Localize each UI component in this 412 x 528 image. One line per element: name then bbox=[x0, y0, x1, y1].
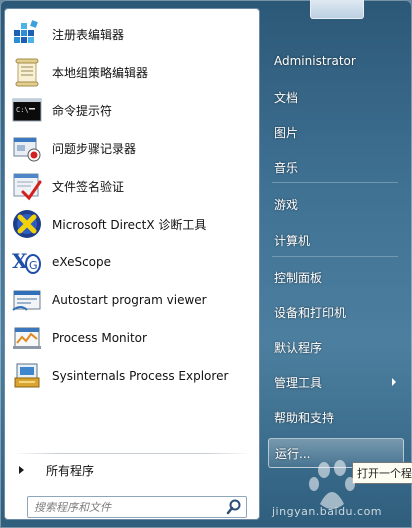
registry-editor-icon bbox=[14, 20, 38, 43]
user-picture[interactable] bbox=[310, 0, 364, 19]
search-box[interactable] bbox=[27, 496, 247, 518]
right-item-label: 管理工具 bbox=[274, 375, 323, 390]
right-item-label: 运行... bbox=[275, 446, 311, 461]
right-item-label: 设备和打印机 bbox=[274, 305, 347, 320]
program-label: Autostart program viewer bbox=[52, 293, 207, 307]
program-label: Microsoft DirectX 诊断工具 bbox=[52, 217, 207, 232]
program-item-process-monitor[interactable]: Process Monitor bbox=[5, 319, 259, 357]
process-explorer-icon bbox=[14, 363, 40, 388]
command-prompt-icon: C:\ bbox=[12, 98, 42, 122]
program-label: 文件签名验证 bbox=[52, 179, 125, 194]
steps-recorder-icon bbox=[13, 137, 41, 162]
program-item-process-explorer[interactable]: Sysinternals Process Explorer bbox=[5, 357, 259, 395]
search-icon[interactable] bbox=[225, 498, 243, 516]
right-item-label: 计算机 bbox=[274, 233, 311, 248]
right-separator bbox=[272, 182, 398, 183]
right-item-label: 文档 bbox=[274, 90, 299, 105]
right-item-label: 音乐 bbox=[274, 160, 299, 175]
chevron-right-icon bbox=[392, 378, 396, 386]
right-item-label: 默认程序 bbox=[274, 340, 323, 355]
program-item-command-prompt[interactable]: C:\ 命令提示符 bbox=[5, 91, 259, 129]
program-item-directx[interactable]: Microsoft DirectX 诊断工具 bbox=[5, 205, 259, 243]
program-item-autostart-viewer[interactable]: Autostart program viewer bbox=[5, 281, 259, 319]
program-label: Process Monitor bbox=[52, 331, 147, 345]
all-programs-label: 所有程序 bbox=[46, 463, 95, 478]
right-item-computer[interactable]: 计算机 bbox=[268, 225, 404, 255]
program-label: 问题步骤记录器 bbox=[52, 141, 137, 156]
right-item-user[interactable]: Administrator bbox=[268, 46, 404, 76]
right-item-pictures[interactable]: 图片 bbox=[268, 117, 404, 147]
right-item-label: 帮助和支持 bbox=[274, 410, 335, 425]
right-item-games[interactable]: 游戏 bbox=[268, 189, 404, 219]
right-item-control-panel[interactable]: 控制面板 bbox=[268, 262, 404, 292]
tooltip: 打开一个程 bbox=[352, 462, 412, 484]
svg-text:C:\: C:\ bbox=[16, 106, 29, 114]
programs-pane: 注册表编辑器 本地组策略编辑器 C:\ 命令提示符 问题步骤记录器 文件签名验证… bbox=[4, 8, 260, 520]
right-item-label: 图片 bbox=[274, 125, 299, 140]
right-separator bbox=[272, 256, 398, 257]
program-item-steps-recorder[interactable]: 问题步骤记录器 bbox=[5, 129, 259, 167]
arrow-right-icon bbox=[19, 466, 24, 474]
exescope-icon: X G bbox=[12, 249, 41, 274]
program-item-group-policy-editor[interactable]: 本地组策略编辑器 bbox=[5, 53, 259, 91]
program-item-file-signature[interactable]: 文件签名验证 bbox=[5, 167, 259, 205]
right-item-documents[interactable]: 文档 bbox=[268, 82, 404, 112]
right-item-default-programs[interactable]: 默认程序 bbox=[268, 332, 404, 362]
right-item-devices-printers[interactable]: 设备和打印机 bbox=[268, 297, 404, 327]
program-list: 注册表编辑器 本地组策略编辑器 C:\ 命令提示符 问题步骤记录器 文件签名验证… bbox=[5, 15, 259, 395]
program-label: 注册表编辑器 bbox=[52, 27, 125, 42]
program-label: 本地组策略编辑器 bbox=[52, 65, 149, 80]
watermark-text: jingyan.baidu.com bbox=[272, 505, 383, 518]
program-label: Sysinternals Process Explorer bbox=[52, 369, 229, 383]
process-monitor-icon bbox=[13, 327, 41, 349]
right-item-admin-tools[interactable]: 管理工具 bbox=[268, 367, 404, 397]
program-label: 命令提示符 bbox=[52, 103, 113, 118]
search-input[interactable] bbox=[28, 499, 225, 515]
start-menu: 注册表编辑器 本地组策略编辑器 C:\ 命令提示符 问题步骤记录器 文件签名验证… bbox=[0, 0, 412, 528]
places-pane: Administrator 文档 图片 音乐 游戏 计算机 控制面板 设备和打印… bbox=[262, 40, 408, 520]
right-item-label: 游戏 bbox=[274, 197, 299, 212]
separator bbox=[13, 453, 251, 454]
file-signature-icon bbox=[13, 173, 42, 201]
right-item-help-support[interactable]: 帮助和支持 bbox=[268, 402, 404, 432]
right-item-label: 控制面板 bbox=[274, 270, 323, 285]
right-item-music[interactable]: 音乐 bbox=[268, 152, 404, 182]
program-label: eXeScope bbox=[52, 255, 112, 269]
tooltip-text: 打开一个程 bbox=[357, 467, 412, 480]
svg-text:G: G bbox=[29, 259, 38, 272]
group-policy-editor-icon bbox=[15, 58, 39, 87]
program-item-exescope[interactable]: X G eXeScope bbox=[5, 243, 259, 281]
autostart-viewer-icon bbox=[12, 290, 41, 311]
directx-icon bbox=[13, 210, 41, 238]
program-item-registry-editor[interactable]: 注册表编辑器 bbox=[5, 15, 259, 53]
right-item-label: Administrator bbox=[274, 54, 356, 68]
all-programs-button[interactable]: 所有程序 bbox=[19, 459, 94, 481]
